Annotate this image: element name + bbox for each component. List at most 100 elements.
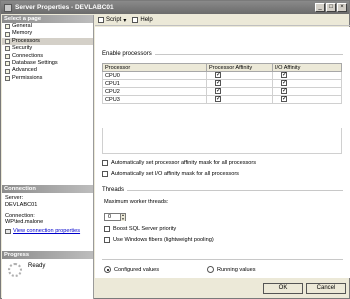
nav-item-label: Memory — [12, 30, 33, 37]
page-icon — [5, 38, 10, 44]
auto-io-affinity-option[interactable]: Automatically set I/O affinity mask for … — [102, 171, 239, 177]
script-label: Script — [106, 17, 122, 23]
running-values-radio[interactable] — [207, 266, 214, 273]
stepper-arrows-icon[interactable]: ▲ ▼ — [120, 213, 125, 221]
connection-info: Server: DEVLABC01 Connection: WP\ted.mal… — [2, 193, 93, 228]
page-list: General Memory Processors Security Conne… — [2, 23, 93, 82]
nav-item-permissions[interactable]: Permissions — [2, 75, 93, 82]
nav-item-processors[interactable]: Processors — [2, 37, 93, 46]
progress-body: Ready — [2, 259, 93, 281]
configured-values-option[interactable]: Configured values — [104, 266, 159, 273]
close-button[interactable]: × — [337, 3, 347, 12]
nav-item-label: Permissions — [12, 74, 43, 81]
progress-header: Progress — [2, 251, 93, 259]
configured-values-label: Configured values — [114, 266, 160, 273]
server-properties-window: Server Properties - DEVLABC01 _ □ × Sele… — [0, 0, 350, 299]
processor-name: CPU1 — [102, 79, 207, 88]
window-controls: _ □ × — [315, 3, 347, 12]
windows-fibers-option[interactable]: Use Windows fibers (lightweight pooling) — [104, 237, 214, 243]
processor-affinity-checkbox[interactable]: ✓ — [215, 80, 221, 87]
nav-item-label: Advanced — [12, 67, 37, 74]
table-empty-area — [102, 128, 342, 154]
nav-item-connections[interactable]: Connections — [2, 53, 93, 60]
maximize-button[interactable]: □ — [326, 3, 336, 12]
page-icon — [5, 61, 10, 67]
window-title: Server Properties - DEVLABC01 — [15, 4, 114, 11]
nav-item-memory[interactable]: Memory — [2, 30, 93, 37]
app-icon — [4, 3, 12, 12]
boost-priority-option[interactable]: Boost SQL Server priority — [104, 226, 176, 232]
boost-priority-checkbox[interactable] — [104, 226, 110, 232]
nav-item-general[interactable]: General — [2, 23, 93, 30]
page-icon — [5, 46, 10, 52]
nav-item-advanced[interactable]: Advanced — [2, 67, 93, 74]
help-button[interactable]: Help — [132, 17, 153, 23]
separator — [155, 54, 343, 55]
io-affinity-checkbox[interactable]: ✓ — [281, 88, 287, 95]
separator — [102, 259, 343, 260]
configured-values-radio[interactable] — [104, 266, 111, 273]
processor-table: Processor Processor Affinity I/O Affinit… — [102, 63, 342, 104]
auto-processor-affinity-label: Automatically set processor affinity mas… — [111, 160, 257, 166]
title-bar[interactable]: Server Properties - DEVLABC01 _ □ × — [1, 1, 349, 14]
running-values-option[interactable]: Running values — [207, 266, 256, 273]
toolbar: Script ▾ Help — [95, 15, 350, 26]
cancel-button[interactable]: Cancel — [306, 283, 346, 294]
windows-fibers-label: Use Windows fibers (lightweight pooling) — [113, 237, 214, 243]
left-panel: Select a page General Memory Processors … — [2, 15, 94, 299]
separator — [127, 190, 343, 191]
table-row: CPU2 ✓ ✓ — [102, 87, 342, 96]
auto-io-affinity-label: Automatically set I/O affinity mask for … — [111, 171, 239, 177]
nav-item-label: Processors — [12, 37, 40, 44]
processor-affinity-checkbox[interactable]: ✓ — [215, 88, 221, 95]
script-button[interactable]: Script ▾ — [98, 17, 126, 24]
progress-section: Progress Ready — [2, 251, 93, 281]
page-icon — [5, 53, 10, 59]
processor-affinity-checkbox[interactable]: ✓ — [215, 72, 221, 79]
auto-io-affinity-checkbox[interactable] — [102, 171, 108, 177]
processor-name: CPU0 — [102, 71, 207, 80]
page-icon — [5, 24, 10, 30]
nav-item-security[interactable]: Security — [2, 45, 93, 52]
processor-affinity-checkbox[interactable]: ✓ — [215, 96, 221, 103]
select-page-header: Select a page — [2, 15, 93, 23]
table-row: CPU3 ✓ ✓ — [102, 95, 342, 104]
help-label: Help — [140, 17, 153, 23]
io-affinity-checkbox[interactable]: ✓ — [281, 80, 287, 87]
progress-status: Ready — [28, 263, 46, 269]
nav-item-label: Security — [12, 45, 33, 52]
max-worker-threads-stepper[interactable]: 0 ▲ ▼ — [104, 213, 126, 221]
io-affinity-checkbox[interactable]: ✓ — [281, 72, 287, 79]
io-affinity-checkbox[interactable]: ✓ — [281, 96, 287, 103]
threads-label: Threads — [102, 187, 125, 193]
table-row: CPU0 ✓ ✓ — [102, 71, 342, 80]
minimize-button[interactable]: _ — [315, 3, 325, 12]
auto-processor-affinity-option[interactable]: Automatically set processor affinity mas… — [102, 160, 256, 166]
column-header-io-affinity[interactable]: I/O Affinity — [272, 63, 342, 72]
column-header-processor-affinity[interactable]: Processor Affinity — [206, 63, 273, 72]
nav-item-database-settings[interactable]: Database Settings — [2, 60, 93, 67]
boost-priority-label: Boost SQL Server priority — [113, 226, 177, 232]
processor-name: CPU2 — [102, 87, 207, 96]
column-header-processor[interactable]: Processor — [102, 63, 207, 72]
main-panel: Script ▾ Help Enable processors Processo… — [95, 15, 350, 299]
nav-item-label: Connections — [12, 52, 44, 59]
view-connection-properties-link[interactable]: View connection properties — [2, 228, 93, 234]
processor-name: CPU3 — [102, 95, 207, 104]
page-icon — [5, 68, 10, 74]
view-link-label: View connection properties — [13, 228, 81, 235]
properties-icon — [5, 228, 11, 234]
connection-section: Connection Server: DEVLABC01 Connection:… — [2, 185, 93, 234]
script-icon — [98, 17, 104, 23]
windows-fibers-checkbox[interactable] — [104, 237, 110, 243]
table-row: CPU1 ✓ ✓ — [102, 79, 342, 88]
max-worker-threads-value: 0 — [108, 214, 112, 220]
auto-processor-affinity-checkbox[interactable] — [102, 160, 108, 166]
connection-label: Connection: — [5, 212, 35, 219]
nav-item-label: Database Settings — [12, 59, 58, 66]
nav-item-label: General — [12, 23, 32, 29]
max-worker-threads-label: Maximum worker threads: — [104, 199, 169, 205]
server-label: Server: — [5, 195, 24, 201]
server-value: DEVLABC01 — [5, 201, 38, 208]
ok-button[interactable]: OK — [263, 283, 303, 294]
